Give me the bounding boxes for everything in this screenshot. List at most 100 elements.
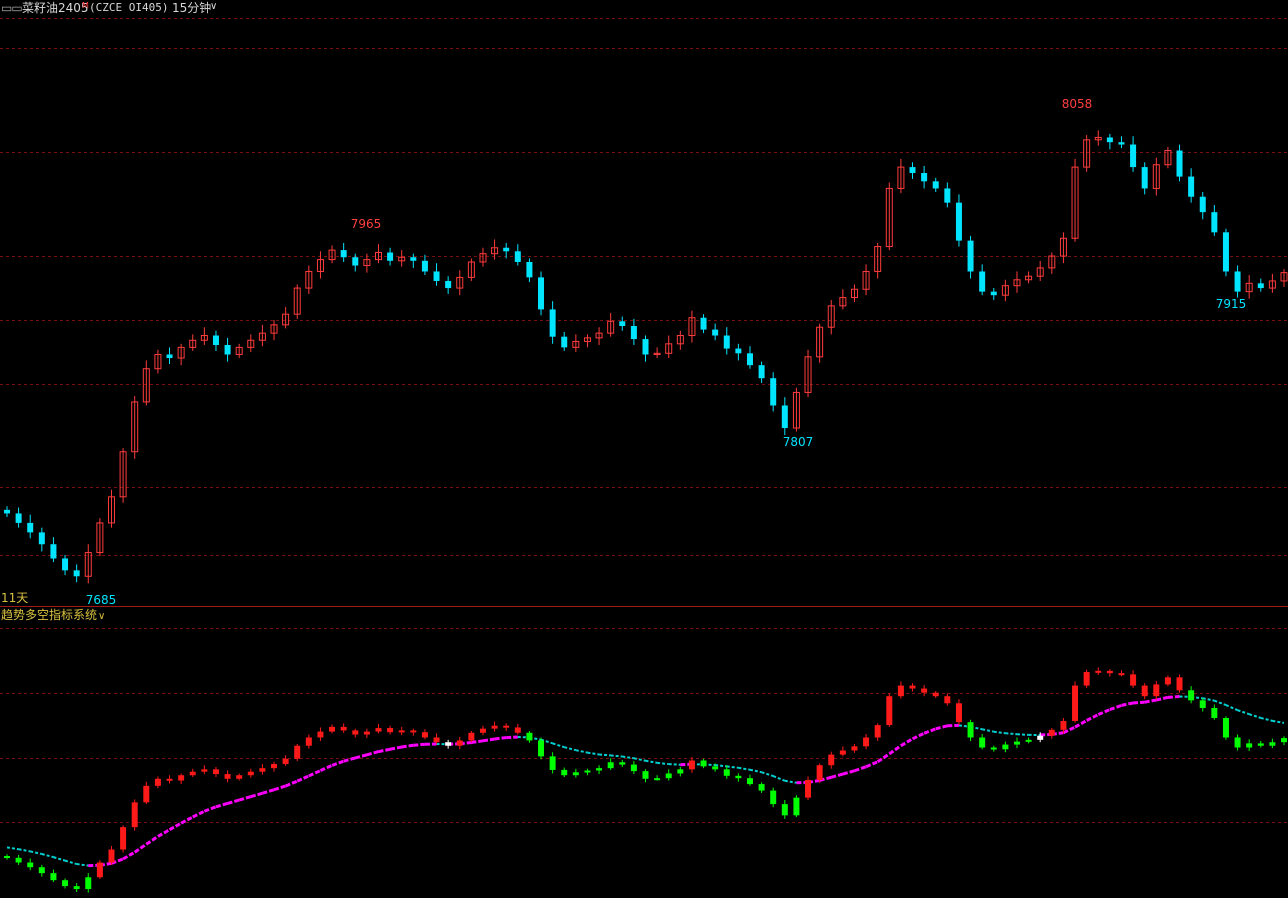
- indicator-candle-body: [514, 727, 521, 733]
- indicator-candle-body: [154, 778, 161, 786]
- candle-body: [735, 348, 742, 354]
- trend-line-segment: [598, 753, 611, 757]
- indicator-candle-body: [770, 790, 777, 805]
- candle-body: [1130, 144, 1137, 168]
- candle-body: [967, 240, 974, 272]
- trend-line-segment: [354, 753, 368, 760]
- trend-line-segment: [587, 751, 600, 756]
- indicator-candle-body: [735, 775, 742, 779]
- candle-body: [166, 354, 173, 359]
- indicator-candle-body: [410, 730, 417, 733]
- trend-line-segment: [238, 795, 252, 802]
- candle-body: [770, 378, 777, 406]
- trend-line-segment: [296, 774, 310, 783]
- indicator-candle-body: [665, 773, 672, 779]
- candle-body: [421, 260, 428, 272]
- candle-body: [909, 167, 916, 174]
- candle-body: [561, 336, 568, 348]
- trend-line-segment: [563, 746, 577, 752]
- indicator-candle-body: [642, 771, 649, 779]
- indicator-candle-body: [85, 877, 92, 890]
- candle-body: [433, 271, 440, 281]
- indicator-candle-body: [630, 764, 637, 772]
- candle-body: [1176, 150, 1183, 177]
- indicator-candle-body: [851, 746, 858, 751]
- indicator-candle-body: [1118, 673, 1125, 676]
- candle-body: [630, 326, 637, 340]
- candle-body: [619, 321, 626, 327]
- trend-line-segment: [575, 749, 588, 754]
- candle-body: [503, 247, 510, 252]
- trend-line-segment: [273, 784, 287, 792]
- annotation-low-7915: 7915: [1216, 297, 1247, 311]
- trend-line-segment: [41, 853, 54, 859]
- indicator-candle-body: [1188, 690, 1195, 701]
- candle-body: [979, 271, 986, 292]
- candle-body: [1199, 196, 1206, 213]
- indicator-candle-body: [96, 862, 103, 878]
- trend-line-segment: [192, 809, 206, 819]
- trend-line-segment: [6, 846, 19, 851]
- indicator-candle-body: [445, 742, 452, 746]
- trend-line-segment: [1144, 698, 1157, 704]
- trend-line-segment: [865, 760, 879, 769]
- trend-line-segment: [784, 779, 797, 784]
- price-chart[interactable]: 8058 7965 7915 7807 7685 11天 趋势多空指标系统 ∨: [0, 0, 1288, 898]
- trend-line-segment: [168, 821, 182, 831]
- trend-line-segment: [923, 727, 937, 735]
- indicator-candle-body: [584, 770, 591, 773]
- indicator-candle-body: [1060, 720, 1067, 730]
- indicator-candle-body: [990, 747, 997, 750]
- indicator-candle-body: [816, 765, 823, 780]
- indicator-candle-body: [305, 737, 312, 746]
- trend-line-segment: [1225, 704, 1238, 712]
- indicator-candle-body: [491, 725, 498, 729]
- trend-line-segment: [900, 737, 914, 747]
- trend-line-segment: [1097, 708, 1111, 716]
- indicator-candle-body: [4, 856, 10, 859]
- indicator-candle-body: [886, 696, 893, 726]
- indicator-candle-body: [236, 775, 243, 779]
- candle-body: [944, 188, 951, 203]
- trend-line-segment: [993, 730, 1006, 735]
- indicator-title[interactable]: 趋势多空指标系统: [1, 607, 97, 622]
- candle-body: [514, 251, 521, 262]
- indicator-candle-body: [108, 849, 115, 863]
- indicator-candle-body: [468, 732, 475, 741]
- indicator-candle-body: [654, 778, 661, 781]
- indicator-candle-body: [271, 764, 278, 769]
- indicator-candle-body: [921, 688, 928, 693]
- indicator-candle-body: [572, 772, 579, 776]
- candle-body: [340, 250, 347, 258]
- chevron-down-icon[interactable]: ∨: [98, 611, 105, 622]
- indicator-candle-body: [38, 867, 45, 874]
- indicator-candle-body: [1222, 718, 1229, 738]
- indicator-candle-body: [1095, 670, 1102, 673]
- candle-body: [549, 309, 556, 337]
- trend-line-segment: [726, 765, 739, 769]
- trend-line-segment: [1121, 701, 1134, 707]
- trend-line-segment: [738, 766, 751, 771]
- candle-body: [15, 513, 22, 523]
- trend-line-segment: [1167, 694, 1180, 699]
- indicator-candle-body: [62, 880, 69, 887]
- indicator-candle-body: [1176, 677, 1183, 691]
- indicator-candle-body: [828, 754, 835, 766]
- indicator-candle-body: [363, 731, 370, 735]
- trend-line-segment: [319, 763, 333, 772]
- candle-body: [990, 291, 997, 296]
- candle-body: [1234, 271, 1241, 292]
- indicator-candle-body: [1164, 677, 1171, 685]
- indicator-candle-body: [178, 775, 185, 781]
- indicator-candle-body: [352, 730, 359, 735]
- trend-line-segment: [157, 828, 171, 838]
- trend-line-segment: [308, 769, 322, 778]
- trend-line-segment: [471, 739, 484, 744]
- indicator-candle-body: [340, 726, 347, 731]
- trend-line-segment: [668, 763, 681, 766]
- trend-line-segment: [29, 850, 43, 855]
- indicator-candle-body: [1130, 674, 1137, 686]
- trend-line-segment: [552, 742, 565, 749]
- indicator-candle-body: [712, 766, 719, 770]
- candle-body: [73, 570, 80, 577]
